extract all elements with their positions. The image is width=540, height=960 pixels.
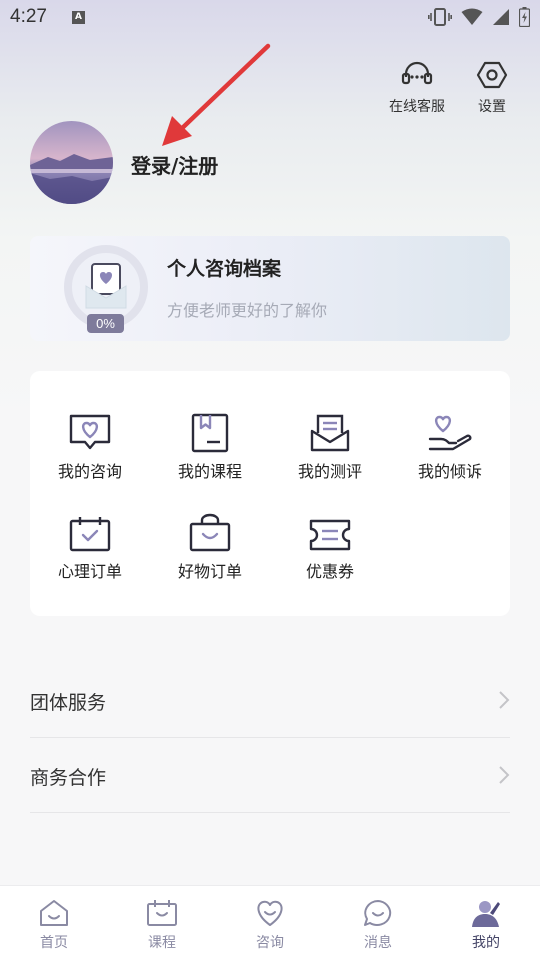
tab-label: 首页 bbox=[40, 935, 68, 951]
menu-label: 我的咨询 bbox=[57, 462, 122, 481]
headset-icon bbox=[401, 61, 433, 85]
menu-label: 好物订单 bbox=[177, 562, 242, 581]
settings-button[interactable]: 设置 bbox=[460, 60, 524, 116]
arrow-icon bbox=[162, 43, 271, 146]
menu-my-assessment[interactable]: 我的测评 bbox=[270, 409, 390, 482]
tab-home[interactable]: 首页 bbox=[0, 898, 108, 952]
status-bar: 4:27 A bbox=[0, 0, 540, 34]
list-item-label: 团体服务 bbox=[30, 692, 107, 714]
menu-my-confide[interactable]: 我的倾诉 bbox=[390, 409, 510, 482]
tab-label: 课程 bbox=[148, 935, 176, 951]
tab-course[interactable]: 课程 bbox=[108, 898, 216, 952]
chevron-right-icon bbox=[499, 766, 510, 784]
confide-icon bbox=[428, 415, 472, 451]
profile-card-title: 个人咨询档案 bbox=[167, 258, 282, 280]
customer-service-label: 在线客服 bbox=[389, 99, 445, 115]
consult-icon bbox=[69, 414, 111, 450]
menu-label: 我的倾诉 bbox=[417, 462, 482, 481]
signal-icon bbox=[493, 9, 509, 25]
notification-icon: A bbox=[72, 11, 85, 24]
menu-label: 优惠券 bbox=[305, 562, 354, 581]
course-tab-icon bbox=[147, 900, 177, 926]
menu-label: 我的测评 bbox=[297, 462, 362, 481]
wifi-icon bbox=[461, 8, 483, 25]
status-icons bbox=[428, 7, 530, 27]
menu-label: 我的课程 bbox=[177, 462, 242, 481]
menu-psych-orders[interactable]: 心理订单 bbox=[30, 509, 150, 582]
tab-label: 消息 bbox=[364, 935, 392, 951]
landscape-avatar-image bbox=[30, 121, 113, 204]
goods-order-icon bbox=[189, 513, 231, 552]
battery-icon bbox=[519, 7, 530, 27]
business-cooperation-row[interactable]: 商务合作 bbox=[30, 739, 510, 813]
avatar[interactable] bbox=[30, 121, 113, 204]
course-icon bbox=[191, 413, 229, 453]
progress-badge: 0% bbox=[87, 314, 124, 333]
tab-consult[interactable]: 咨询 bbox=[216, 898, 324, 952]
vibrate-icon bbox=[428, 8, 452, 26]
settings-label: 设置 bbox=[478, 99, 506, 115]
bottom-tab-bar: 首页 课程 咨询 消息 我的 bbox=[0, 885, 540, 960]
group-service-row[interactable]: 团体服务 bbox=[30, 664, 510, 738]
login-register-link[interactable]: 登录/注册 bbox=[131, 150, 218, 179]
tab-message[interactable]: 消息 bbox=[324, 898, 432, 952]
tab-profile[interactable]: 我的 bbox=[432, 898, 540, 952]
menu-goods-orders[interactable]: 好物订单 bbox=[150, 509, 270, 582]
psych-order-icon bbox=[69, 517, 111, 552]
tab-label: 咨询 bbox=[256, 935, 284, 951]
tab-label: 我的 bbox=[472, 935, 500, 951]
status-time: 4:27 bbox=[10, 6, 47, 27]
assessment-icon bbox=[310, 414, 350, 452]
menu-my-courses[interactable]: 我的课程 bbox=[150, 409, 270, 482]
consult-tab-icon bbox=[257, 900, 283, 926]
home-icon bbox=[40, 900, 68, 926]
menu-my-consult[interactable]: 我的咨询 bbox=[30, 409, 150, 482]
services-grid: 我的咨询 我的课程 我的测评 我的倾诉 心理订单 好物订单 优惠券 bbox=[30, 371, 510, 616]
profile-icon bbox=[472, 901, 500, 927]
message-icon bbox=[364, 900, 392, 926]
menu-label: 心理订单 bbox=[57, 562, 122, 581]
settings-icon bbox=[476, 61, 508, 89]
customer-service-button[interactable]: 在线客服 bbox=[385, 60, 449, 116]
profile-heart-icon bbox=[85, 263, 127, 309]
profile-card-subtitle: 方便老师更好的了解你 bbox=[167, 301, 328, 320]
menu-coupons[interactable]: 优惠券 bbox=[270, 509, 390, 582]
consultation-profile-card[interactable]: 0% 个人咨询档案 方便老师更好的了解你 bbox=[30, 236, 510, 341]
coupon-icon bbox=[309, 519, 351, 551]
list-item-label: 商务合作 bbox=[30, 767, 107, 789]
chevron-right-icon bbox=[499, 691, 510, 709]
